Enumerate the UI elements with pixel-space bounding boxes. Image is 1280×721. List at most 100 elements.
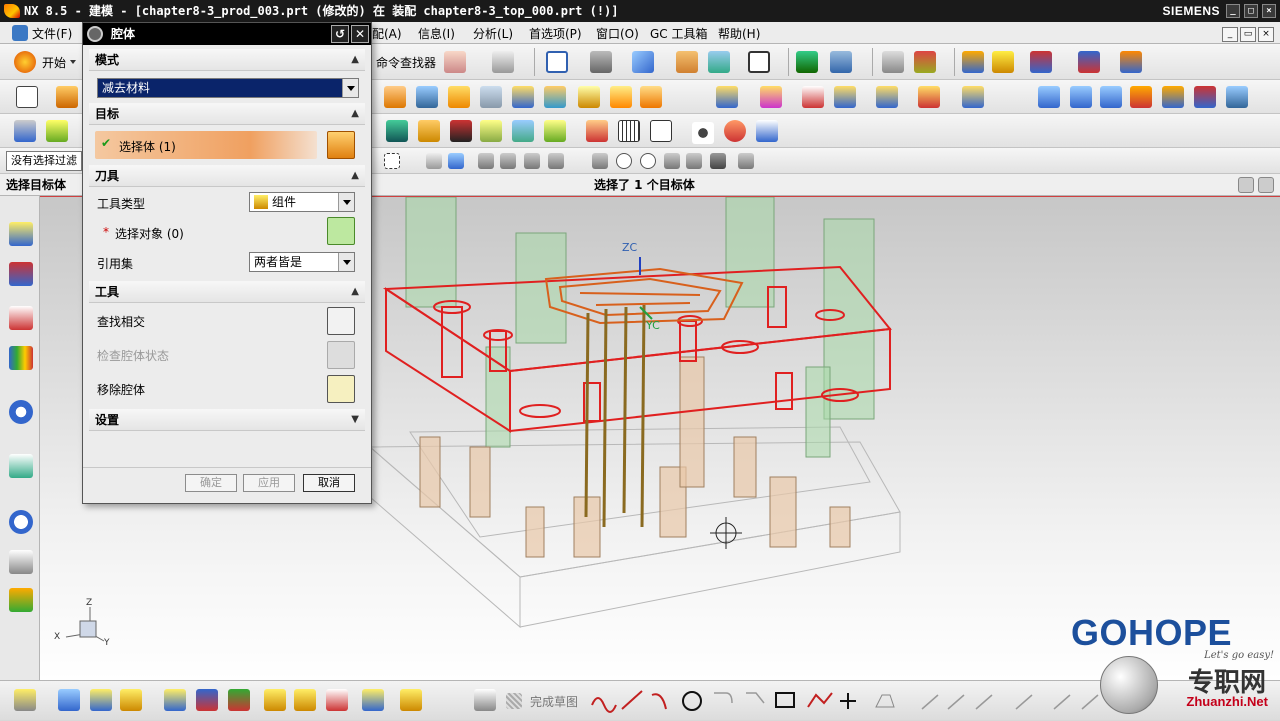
ok-button[interactable]: 确定 [185, 474, 237, 492]
snap-end-icon[interactable] [478, 153, 494, 169]
finish-sketch-label[interactable]: 完成草图 [530, 693, 578, 710]
assembly-tool-6-icon[interactable] [196, 689, 218, 711]
snap-line-icon[interactable] [524, 153, 540, 169]
mdi-close-button[interactable]: × [1258, 27, 1274, 42]
select-object-crosshair-icon[interactable] [327, 217, 355, 245]
maximize-window-button[interactable]: □ [1244, 4, 1258, 18]
revolve-icon[interactable] [416, 86, 438, 108]
tool-type-dropdown[interactable]: 组件 [249, 192, 355, 212]
measure-icon[interactable] [914, 51, 936, 73]
dropdown-arrow-icon[interactable] [338, 193, 354, 211]
assembly-tool-11-icon[interactable] [362, 689, 384, 711]
new-file-icon[interactable] [16, 86, 38, 108]
menu-window[interactable]: 窗口(O) [596, 25, 639, 42]
mold-tool-5-icon[interactable] [876, 86, 898, 108]
mold-tool-1-icon[interactable] [716, 86, 738, 108]
assembly-tool-1-icon[interactable] [14, 689, 36, 711]
part-nav-icon[interactable] [14, 120, 36, 142]
view-manager-icon[interactable] [692, 122, 714, 144]
drawing-icon[interactable] [650, 120, 672, 142]
rectangle-select-icon[interactable] [384, 153, 400, 169]
snap-icon[interactable] [962, 51, 984, 73]
snap-grid-icon[interactable] [738, 153, 754, 169]
select-target-body[interactable]: ✔ 选择体 (1) [95, 131, 317, 159]
layer-icon[interactable] [676, 51, 698, 73]
extrude-icon[interactable] [384, 86, 406, 108]
attach-icon[interactable] [400, 689, 422, 711]
surface-3-icon[interactable] [1100, 86, 1122, 108]
fit-view-icon[interactable] [546, 51, 568, 73]
menu-gc-toolbox[interactable]: GC 工具箱 [650, 25, 708, 42]
gate-icon[interactable] [544, 120, 566, 142]
assembly-tool-3-icon[interactable] [90, 689, 112, 711]
render-style-icon[interactable] [590, 51, 612, 73]
section-mode[interactable]: 模式 ▲ [89, 49, 365, 71]
assembly-navigator-icon[interactable] [9, 222, 33, 246]
open-file-icon[interactable] [56, 86, 78, 108]
surface-5-icon[interactable] [1162, 86, 1184, 108]
reset-dialog-button[interactable]: ↺ [331, 25, 349, 43]
dropdown-arrow-icon[interactable] [338, 253, 354, 271]
dimension-icon[interactable] [1120, 51, 1142, 73]
assembly-icon[interactable] [444, 51, 466, 73]
mold-wizard-icon[interactable] [46, 120, 68, 142]
assembly-tool-5-icon[interactable] [164, 689, 186, 711]
runner-icon[interactable] [586, 120, 608, 142]
cavity-icon[interactable] [724, 120, 746, 142]
section-view-icon[interactable] [708, 51, 730, 73]
snap-center-icon[interactable] [616, 153, 632, 169]
select-face-icon[interactable] [448, 153, 464, 169]
add-component-icon[interactable] [830, 51, 852, 73]
mold-tool-7-icon[interactable] [962, 86, 984, 108]
snap-quadrant-icon[interactable] [640, 153, 656, 169]
snap-perp-icon[interactable] [592, 153, 608, 169]
snap-intersect-icon[interactable] [686, 153, 702, 169]
expand-icon[interactable]: ▼ [351, 409, 359, 431]
roles-icon[interactable] [9, 588, 33, 612]
cancel-button[interactable]: 取消 [303, 474, 355, 492]
blend-icon[interactable] [448, 86, 470, 108]
sketch-icon[interactable] [474, 689, 496, 711]
surface-7-icon[interactable] [1226, 86, 1248, 108]
dropdown-arrow-icon[interactable] [342, 79, 358, 97]
report-icon[interactable] [756, 120, 778, 142]
axis-icon[interactable] [1078, 51, 1100, 73]
collapse-icon[interactable]: ▲ [351, 281, 359, 303]
assembly-tool-8-icon[interactable] [264, 689, 286, 711]
snap-curve-icon[interactable] [548, 153, 564, 169]
collapse-icon[interactable]: ▲ [351, 49, 359, 71]
system-materials-icon[interactable] [9, 550, 33, 574]
snap-mid-icon[interactable] [500, 153, 516, 169]
mold-tool-2-icon[interactable] [760, 86, 782, 108]
snap-face-icon[interactable] [710, 153, 726, 169]
bom-icon[interactable] [618, 120, 640, 142]
chamfer-icon[interactable] [480, 86, 502, 108]
standard-part-icon[interactable] [480, 120, 502, 142]
background-icon[interactable] [748, 51, 770, 73]
unite-icon[interactable] [578, 86, 600, 108]
constraint-navigator-icon[interactable] [9, 262, 33, 286]
assembly-tool-9-icon[interactable] [294, 689, 316, 711]
history-icon[interactable] [9, 454, 33, 478]
mdi-minimize-button[interactable]: _ [1222, 27, 1238, 42]
move-component-icon[interactable] [796, 51, 818, 73]
selection-filter-dropdown[interactable]: 没有选择过滤 [6, 151, 82, 171]
assembly-tool-2-icon[interactable] [58, 689, 80, 711]
clock-icon[interactable] [9, 510, 33, 534]
point-icon[interactable] [992, 51, 1014, 73]
close-window-button[interactable]: × [1262, 4, 1276, 18]
start-dropdown-icon[interactable] [70, 60, 76, 64]
surface-1-icon[interactable] [1038, 86, 1060, 108]
start-icon[interactable] [14, 51, 36, 73]
draft-icon[interactable] [544, 86, 566, 108]
finish-sketch-icon[interactable] [506, 693, 522, 709]
mdi-restore-button[interactable]: ▭ [1240, 27, 1256, 42]
command-finder-label[interactable]: 命令查找器 [376, 54, 436, 71]
apply-button[interactable]: 应用 [243, 474, 295, 492]
analysis-icon[interactable] [882, 51, 904, 73]
ejector-icon[interactable] [386, 120, 408, 142]
shell-icon[interactable] [512, 86, 534, 108]
surface-6-icon[interactable] [1194, 86, 1216, 108]
assembly-tool-7-icon[interactable] [228, 689, 250, 711]
collapse-icon[interactable]: ▲ [351, 165, 359, 187]
